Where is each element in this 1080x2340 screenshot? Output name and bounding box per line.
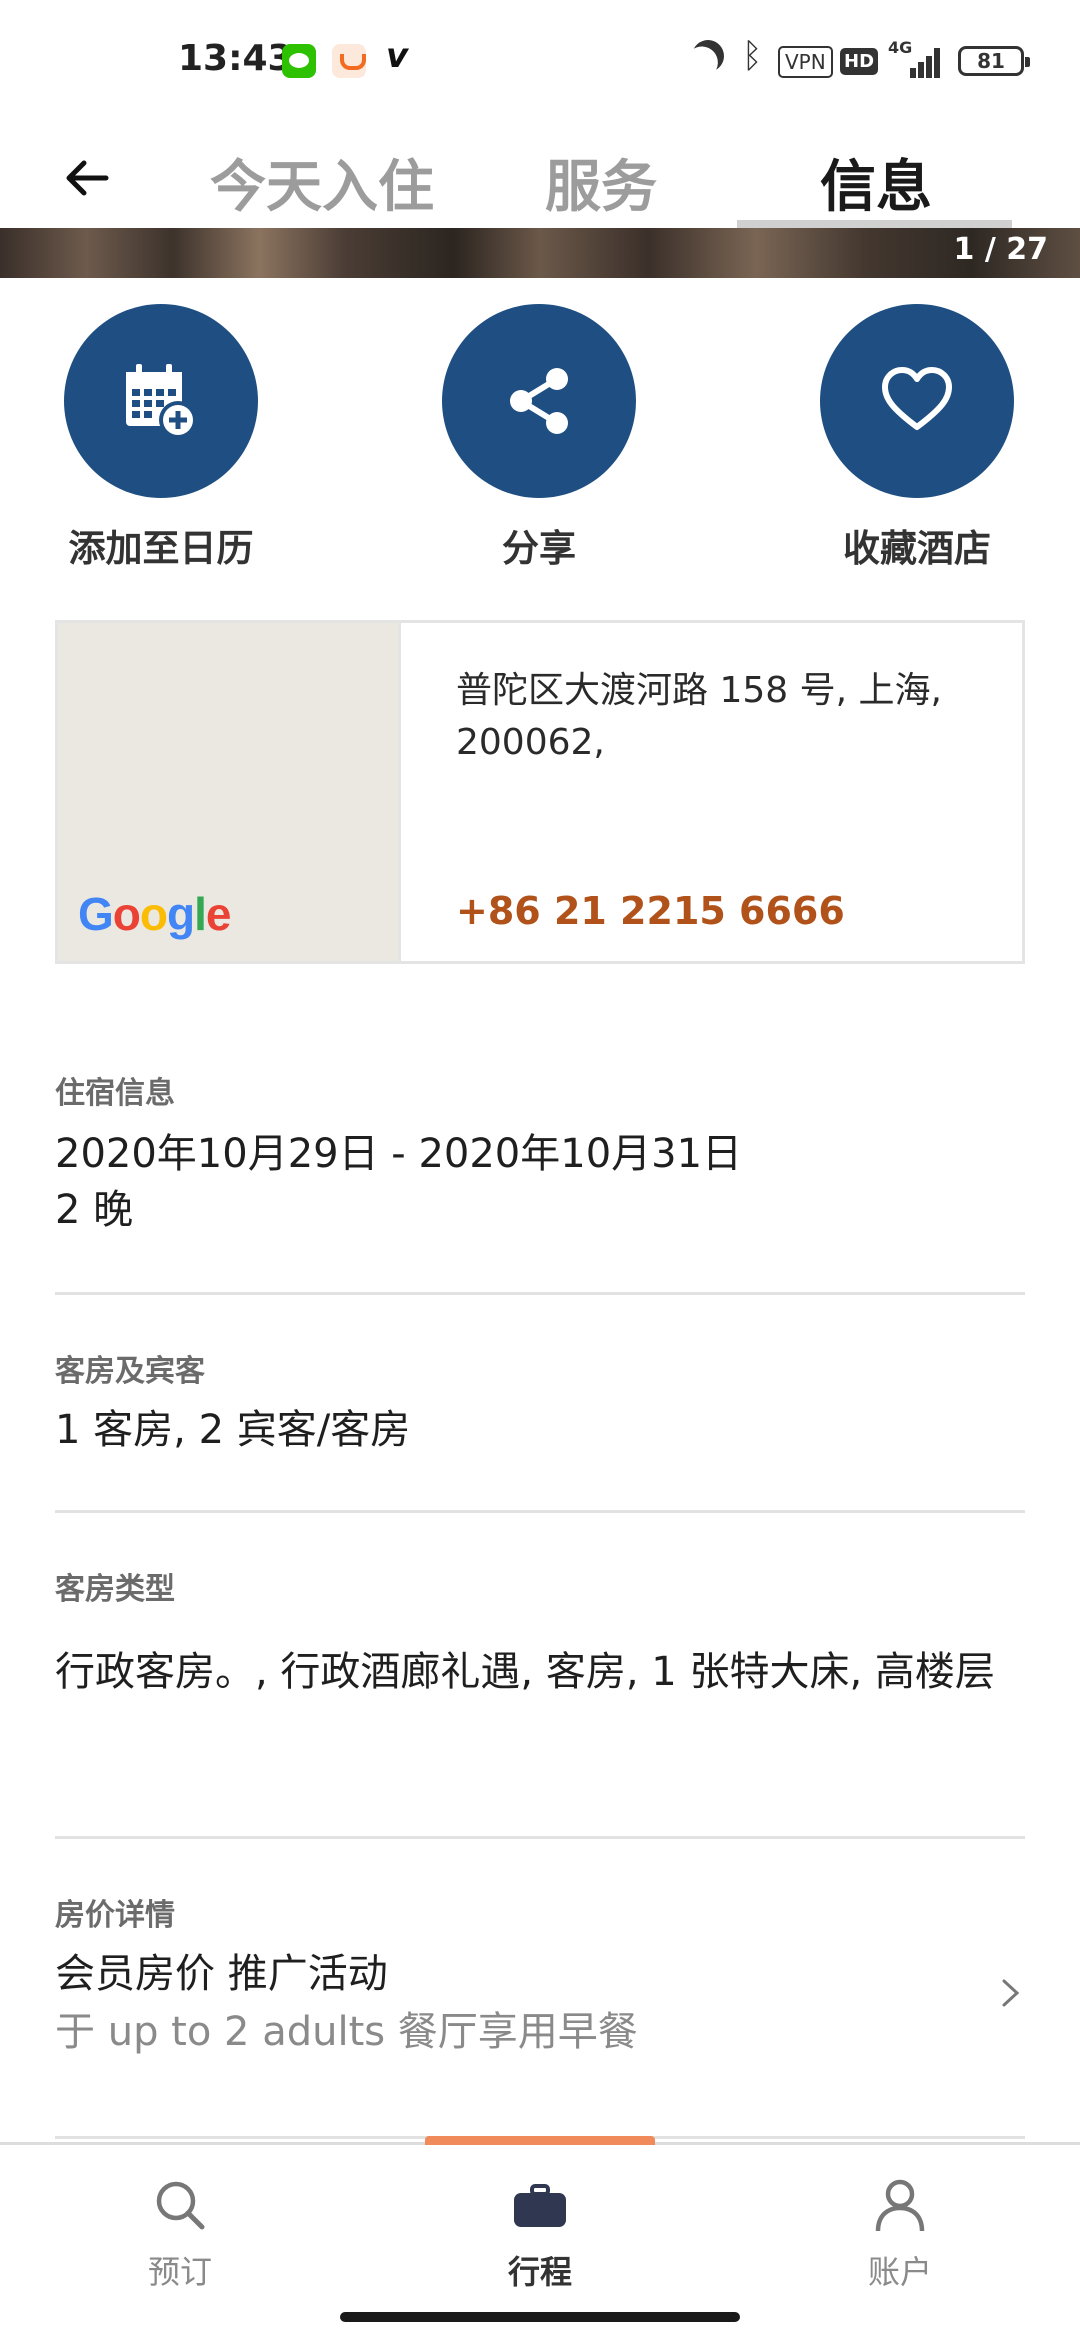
rate-details-subtext: 于 up to 2 adults 餐厅享用早餐 <box>55 2009 638 2055</box>
map-thumbnail[interactable]: Google <box>58 623 401 961</box>
address-card: Google 普陀区大渡河路 158 号, 上海, 200062, +86 21… <box>55 620 1025 964</box>
calendar-add-icon <box>126 364 197 439</box>
rate-details-section[interactable]: 房价详情 会员房价 推广活动 于 up to 2 adults 餐厅享用早餐 <box>55 1890 1025 2062</box>
photo-counter: 1 / 27 <box>953 232 1048 267</box>
v-app-icon: v <box>386 36 409 76</box>
stay-nights: 2 晚 <box>55 1187 134 1233</box>
nav-trips-label: 行程 <box>507 2253 572 2291</box>
favorite-button-circle[interactable] <box>820 304 1014 498</box>
share-button[interactable]: 分享 <box>409 304 669 572</box>
share-icon <box>510 368 568 434</box>
hotel-address: 普陀区大渡河路 158 号, 上海, 200062, <box>456 670 942 763</box>
hd-badge: HD <box>840 48 879 75</box>
signal-icon: 4G <box>888 38 944 78</box>
nav-account-label: 账户 <box>867 2253 932 2291</box>
status-time: 13:43 <box>178 38 293 79</box>
stay-dates: 2020年10月29日 - 2020年10月31日 <box>55 1131 743 1177</box>
rooms-guests-label: 客房及宾客 <box>55 1354 205 1389</box>
network-type: 4G <box>888 38 913 57</box>
active-tab-indicator <box>737 220 1012 228</box>
hotel-phone-link[interactable]: +86 21 2215 6666 <box>456 889 845 933</box>
vpn-badge: VPN <box>778 46 833 78</box>
arrow-left-icon <box>66 160 109 196</box>
hotel-photo-carousel[interactable]: 1 / 27 <box>0 228 1080 278</box>
back-button[interactable] <box>58 148 118 208</box>
stay-info-section: 住宿信息 2020年10月29日 - 2020年10月31日 2 晚 <box>55 1068 1025 1238</box>
favorite-hotel-button[interactable]: 收藏酒店 <box>787 304 1047 572</box>
bottom-navigation: 预订 行程 账户 <box>0 2136 1080 2340</box>
room-type-section: 客房类型 行政客房。, 行政酒廊礼遇, 客房, 1 张特大床, 高楼层 <box>55 1564 1025 1716</box>
status-bar: 13:43 v ᛒ VPN HD 4G 81 <box>0 0 1080 120</box>
rooms-guests-section: 客房及宾客 1 客房, 2 宾客/客房 <box>55 1346 1025 1458</box>
stay-info-label: 住宿信息 <box>55 1076 175 1111</box>
bluetooth-icon: ᛒ <box>742 36 763 76</box>
google-logo: Google <box>78 888 231 940</box>
calendar-button-circle[interactable] <box>64 304 258 498</box>
divider <box>55 1836 1025 1839</box>
top-tab-bar: 今天入住 服务 信息 <box>0 120 1080 230</box>
rooms-guests-value: 1 客房, 2 宾客/客房 <box>55 1407 411 1453</box>
active-nav-indicator <box>425 2136 655 2145</box>
moon-icon <box>687 35 728 76</box>
rate-details-label: 房价详情 <box>55 1898 175 1933</box>
nav-book[interactable]: 预订 <box>90 2175 270 2293</box>
room-type-value: 行政客房。, 行政酒廊礼遇, 客房, 1 张特大床, 高楼层 <box>55 1649 995 1695</box>
divider <box>55 1510 1025 1513</box>
nav-account[interactable]: 账户 <box>810 2175 990 2293</box>
chevron-right-icon <box>1002 1979 1020 2007</box>
battery-icon: 81 <box>958 46 1030 76</box>
add-to-calendar-button[interactable]: 添加至日历 <box>31 304 291 572</box>
briefcase-icon <box>514 2184 566 2227</box>
tab-info[interactable]: 信息 <box>820 142 932 223</box>
share-label: 分享 <box>502 527 576 570</box>
wechat-icon <box>282 44 316 78</box>
tab-checkin-today[interactable]: 今天入住 <box>210 142 434 223</box>
didi-icon <box>332 44 366 78</box>
room-type-label: 客房类型 <box>55 1572 175 1607</box>
rate-details-value: 会员房价 推广活动 <box>55 1951 388 1997</box>
share-button-circle[interactable] <box>442 304 636 498</box>
favorite-hotel-label: 收藏酒店 <box>843 527 991 570</box>
home-indicator[interactable] <box>340 2312 740 2322</box>
tab-services[interactable]: 服务 <box>545 142 657 223</box>
add-to-calendar-label: 添加至日历 <box>68 527 254 570</box>
nav-trips[interactable]: 行程 <box>450 2175 630 2293</box>
search-icon <box>156 2181 205 2230</box>
heart-icon <box>882 367 952 430</box>
user-icon <box>875 2179 925 2232</box>
nav-book-label: 预订 <box>147 2253 212 2291</box>
divider <box>55 1292 1025 1295</box>
